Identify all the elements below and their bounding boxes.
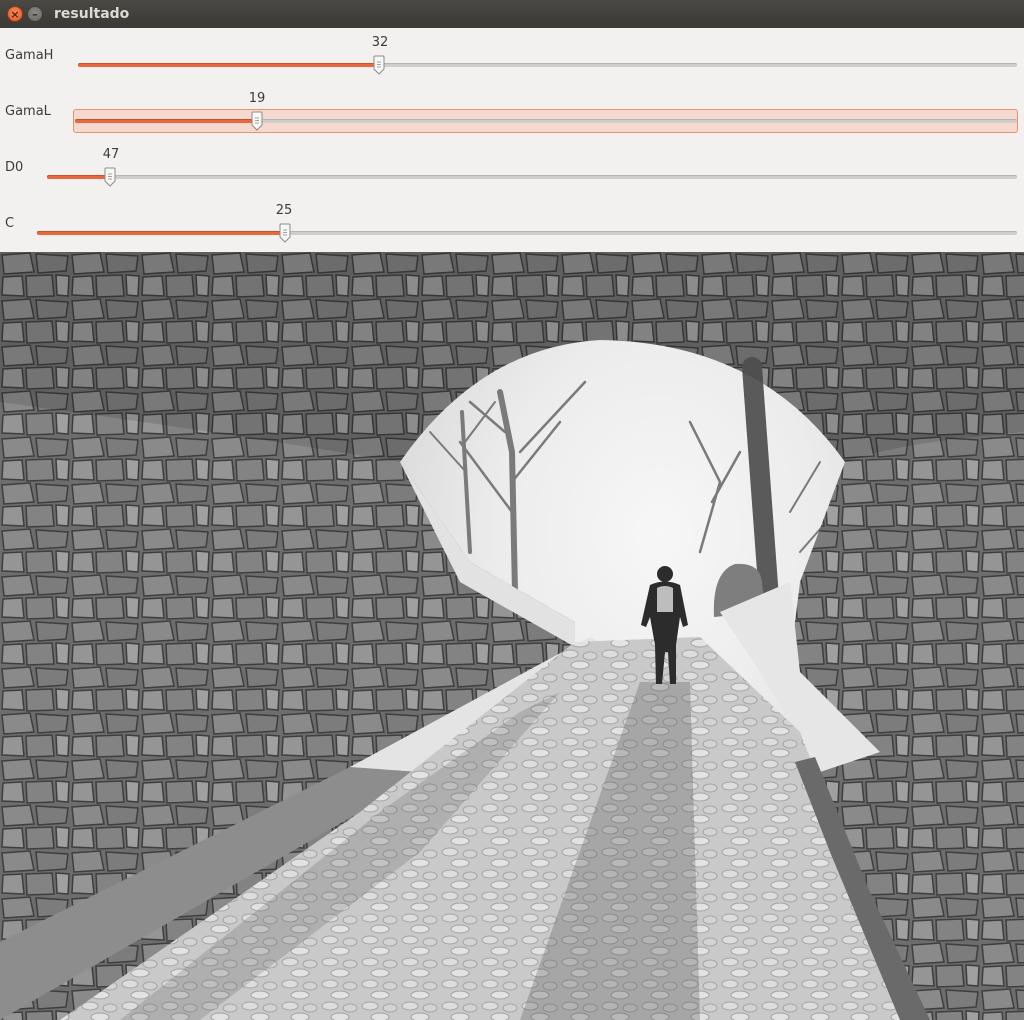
slider-fill: [37, 231, 285, 235]
slider-track[interactable]: [75, 111, 1017, 131]
slider-row-c: C 25: [0, 196, 1024, 252]
trackbar-panel: GamaH 32 GamaL 19 D0 47 C 25: [0, 28, 1024, 252]
slider-label: D0: [5, 160, 24, 175]
slider-label: GamaL: [5, 104, 51, 119]
window-title: resultado: [54, 6, 130, 22]
slider-track[interactable]: [37, 223, 1017, 243]
slider-track[interactable]: [78, 55, 1017, 75]
slider-thumb[interactable]: [373, 55, 385, 75]
title-bar: × – resultado: [0, 0, 1024, 28]
window-close-button[interactable]: ×: [7, 6, 23, 22]
slider-value: 47: [102, 147, 120, 162]
window-minimize-button[interactable]: –: [27, 6, 43, 22]
slider-label: C: [5, 216, 15, 231]
slider-value: 19: [248, 91, 266, 106]
slider-thumb[interactable]: [279, 223, 291, 243]
slider-row-d0: D0 47: [0, 140, 1024, 196]
minimize-icon: –: [32, 7, 38, 21]
slider-fill: [78, 63, 380, 67]
close-icon: ×: [10, 7, 20, 21]
slider-thumb[interactable]: [104, 167, 116, 187]
slider-track[interactable]: [47, 167, 1017, 187]
slider-fill: [47, 175, 111, 179]
slider-row-gamal: GamaL 19: [0, 84, 1024, 140]
slider-row-gamah: GamaH 32: [0, 28, 1024, 84]
slider-thumb[interactable]: [251, 111, 263, 131]
tunnel-photo: [0, 252, 1024, 1020]
slider-label: GamaH: [5, 48, 54, 63]
slider-value: 32: [371, 35, 389, 50]
slider-fill: [75, 119, 257, 123]
result-image: [0, 252, 1024, 1020]
slider-value: 25: [275, 203, 293, 218]
